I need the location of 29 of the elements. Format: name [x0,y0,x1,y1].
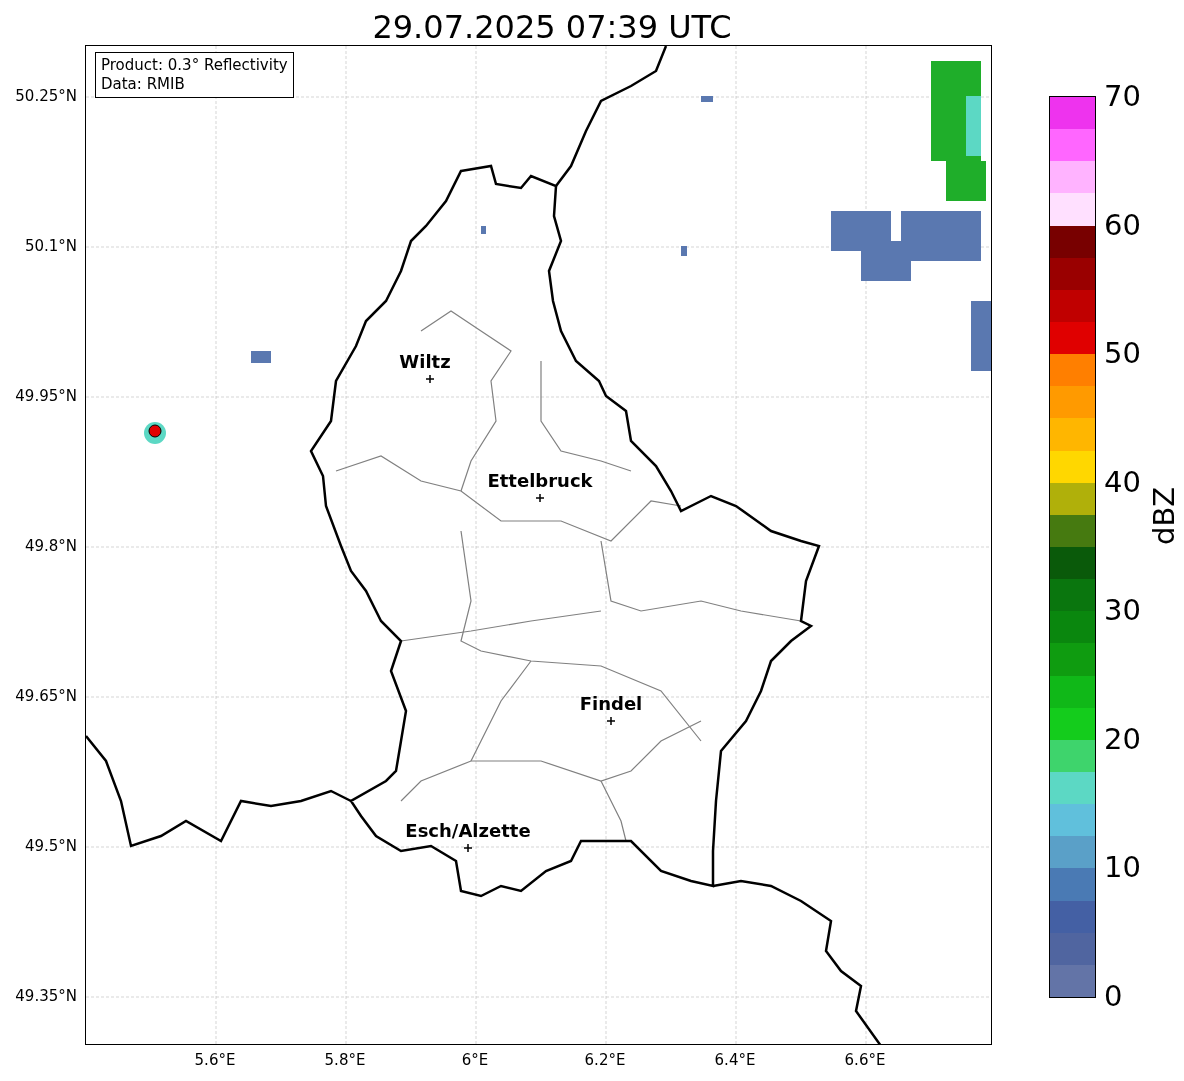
longitude-tick-label: 5.8°E [324,1051,366,1069]
chart-title: 29.07.2025 07:39 UTC [372,11,732,45]
info-text: Product: 0.3° Reflectivity [101,56,288,75]
longitude-tick-label: 6°E [461,1051,489,1069]
colorbar-tick-label: 20 [1104,724,1141,754]
latitude-tick-label: 49.95°N [15,387,77,405]
latitude-tick-label: 49.65°N [15,687,77,705]
info-text: Data: RMIB [101,75,186,94]
latitude-tick-label: 50.1°N [24,237,77,255]
longitude-tick-label: 6.6°E [844,1051,886,1069]
latitude-tick-label: 49.35°N [15,987,77,1005]
city-label: Esch/Alzette [405,820,531,841]
city-label: Findel [579,693,643,714]
colorbar-tick-label: 10 [1104,852,1141,882]
colorbar-tick-label: 70 [1104,81,1141,111]
longitude-tick-label: 5.6°E [194,1051,236,1069]
colorbar-label: dBZ [1147,486,1181,545]
latitude-tick-label: 49.8°N [24,537,77,555]
colorbar-tick-label: 60 [1104,210,1141,240]
colorbar-tick-label: 30 [1104,595,1141,625]
colorbar-tick-label: 0 [1104,981,1123,1011]
longitude-tick-label: 6.4°E [714,1051,756,1069]
latitude-tick-label: 49.5°N [24,837,77,855]
city-label: Ettelbruck [487,470,593,491]
longitude-tick-label: 6.2°E [584,1051,626,1069]
colorbar-tick-label: 50 [1104,338,1141,368]
colorbar-tick-label: 40 [1104,467,1141,497]
latitude-tick-label: 50.25°N [15,87,77,105]
city-label: Wiltz [399,351,451,372]
